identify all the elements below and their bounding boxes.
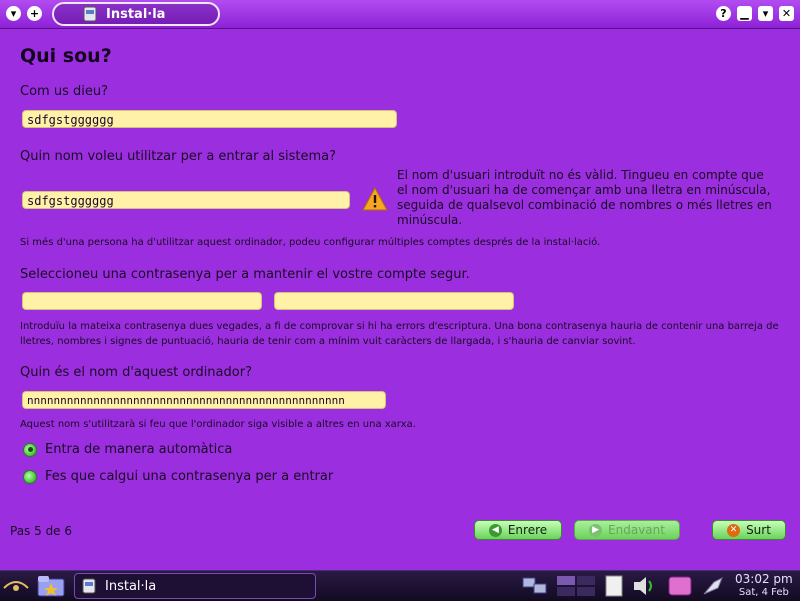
- radio-unselected-icon[interactable]: [23, 469, 37, 484]
- start-menu-icon[interactable]: [2, 574, 30, 598]
- radio-auto-login-label: Entra de manera automàtica: [45, 442, 233, 457]
- quit-icon: ✕: [727, 523, 741, 537]
- forward-button[interactable]: ▶ Endavant: [574, 520, 680, 540]
- password-label: Seleccioneu una contrasenya per a manten…: [20, 267, 470, 282]
- taskbar-window-label: Instal·la: [105, 578, 157, 594]
- clipboard-volume-icon[interactable]: [604, 574, 660, 598]
- clock-date: Sat, 4 Feb: [738, 587, 789, 598]
- password-confirm-input[interactable]: [279, 293, 513, 311]
- radio-require-password-label: Fes que calgui una contrasenya per a ent…: [45, 469, 334, 484]
- taskbar-window-button[interactable]: Instal·la: [74, 573, 316, 599]
- file-manager-icon[interactable]: [36, 573, 66, 599]
- forward-arrow-icon: ▶: [589, 523, 603, 537]
- radio-require-password[interactable]: Fes que calgui una contrasenya per a ent…: [23, 469, 333, 484]
- password-field[interactable]: [22, 292, 262, 311]
- page-title: Qui sou?: [20, 45, 112, 67]
- installer-content: Qui sou? Com us dieu? Quin nom voleu uti…: [0, 29, 800, 570]
- name-field[interactable]: [22, 110, 397, 129]
- password-hint: Introduïu la mateixa contrasenya dues ve…: [20, 321, 779, 347]
- clock[interactable]: 03:02 pm Sat, 4 Feb: [735, 572, 793, 600]
- window-menu-icon[interactable]: ▾: [6, 6, 21, 21]
- window-titlebar: ▾ + Instal·la ? ▁ ▾ ✕: [0, 0, 800, 29]
- quit-button[interactable]: ✕ Surt: [712, 520, 786, 540]
- username-input[interactable]: [27, 192, 349, 210]
- back-arrow-icon: ◀: [488, 523, 502, 537]
- shade-icon[interactable]: ▾: [758, 6, 773, 21]
- step-indicator: Pas 5 de 6: [10, 524, 73, 538]
- installer-icon: [83, 6, 97, 22]
- radio-auto-login[interactable]: Entra de manera automàtica: [23, 442, 232, 457]
- workspace-switcher-icon[interactable]: [556, 574, 596, 598]
- quit-button-label: Surt: [746, 523, 771, 537]
- window-title-pill: Instal·la: [52, 2, 220, 26]
- installer-taskbar-icon: [82, 578, 96, 594]
- back-button[interactable]: ◀ Enrere: [474, 520, 562, 540]
- clock-time: 03:02 pm: [735, 572, 793, 586]
- hostname-label: Quin és el nom d'aquest ordinador?: [20, 365, 252, 380]
- power-plug-icon[interactable]: [700, 574, 728, 598]
- hostname-hint: Aquest nom s'utilitzarà si feu que l'ord…: [20, 419, 416, 430]
- username-field[interactable]: [22, 191, 350, 210]
- update-manager-icon[interactable]: [666, 574, 694, 598]
- forward-button-label: Endavant: [608, 523, 665, 537]
- username-warning: El nom d'usuari introduït no és vàlid. T…: [397, 168, 772, 227]
- close-icon[interactable]: ✕: [779, 6, 794, 21]
- network-icon[interactable]: [520, 574, 550, 598]
- name-input[interactable]: [27, 111, 396, 129]
- hostname-input[interactable]: [27, 392, 385, 410]
- radio-selected-icon[interactable]: [23, 442, 37, 457]
- help-icon[interactable]: ?: [716, 6, 731, 21]
- name-label: Com us dieu?: [20, 84, 108, 99]
- back-button-label: Enrere: [507, 523, 548, 537]
- multi-user-hint: Si més d'una persona ha d'utilitzar aque…: [20, 237, 601, 248]
- username-label: Quin nom voleu utilitzar per a entrar al…: [20, 149, 337, 164]
- pin-icon[interactable]: +: [27, 6, 42, 21]
- password-confirm-field[interactable]: [274, 292, 514, 311]
- window-title: Instal·la: [106, 6, 166, 22]
- warning-icon: [362, 187, 388, 211]
- hostname-field[interactable]: [22, 391, 386, 410]
- minimize-icon[interactable]: ▁: [737, 6, 752, 21]
- password-input[interactable]: [27, 293, 261, 311]
- taskbar: Instal·la 03:02 pm Sat, 4 Feb: [0, 570, 800, 601]
